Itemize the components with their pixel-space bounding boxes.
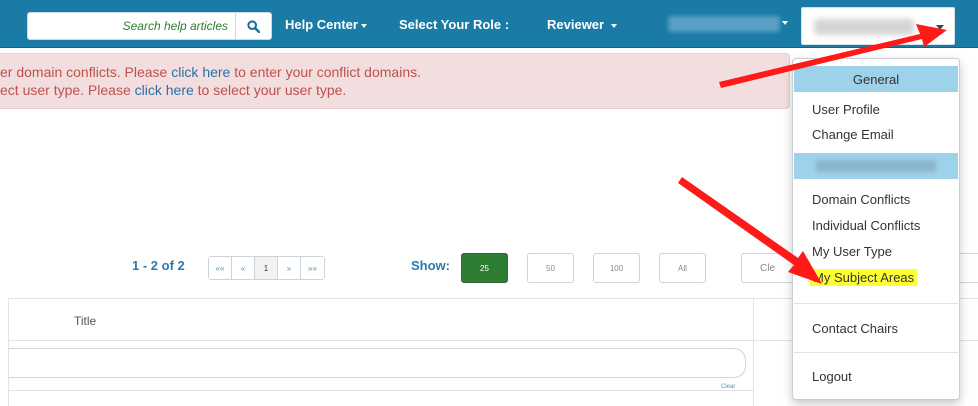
- column-divider: [753, 299, 754, 406]
- help-search-input[interactable]: [28, 13, 234, 39]
- menu-divider: [794, 352, 958, 353]
- title-filter-input[interactable]: [9, 348, 746, 378]
- prev-page-button[interactable]: «: [232, 257, 255, 279]
- redacted-conference-name: [816, 160, 936, 172]
- menu-section-general: General: [794, 66, 958, 92]
- menu-item-domain-conflicts[interactable]: Domain Conflicts: [812, 192, 910, 207]
- user-type-link[interactable]: click here: [135, 82, 194, 98]
- alert-text: to enter your conflict domains.: [230, 64, 421, 80]
- menu-item-change-email[interactable]: Change Email: [812, 127, 894, 142]
- pager: «« « 1 » »»: [208, 256, 325, 280]
- select-role-label: Select Your Role :: [399, 17, 510, 32]
- warning-alert: er domain conflicts. Please click here t…: [0, 53, 790, 109]
- role-value: Reviewer: [547, 17, 605, 32]
- role-menu[interactable]: Reviewer: [547, 17, 618, 32]
- page-size-50-button[interactable]: 50: [527, 253, 574, 283]
- domain-conflicts-link[interactable]: click here: [171, 64, 230, 80]
- first-page-button[interactable]: ««: [209, 257, 232, 279]
- menu-item-my-user-type[interactable]: My User Type: [812, 244, 892, 259]
- redacted-username: [814, 19, 914, 35]
- row-divider: [9, 390, 753, 391]
- menu-item-logout[interactable]: Logout: [812, 369, 852, 384]
- search-icon: [247, 19, 260, 33]
- alert-line-user-type: ect user type. Please click here to sele…: [0, 82, 346, 98]
- column-header-title[interactable]: Title: [74, 314, 96, 328]
- next-page-button[interactable]: »: [278, 257, 301, 279]
- help-center-menu[interactable]: Help Center: [285, 17, 367, 32]
- alert-text: ect user type. Please: [0, 82, 135, 98]
- chevron-down-icon: [360, 23, 367, 28]
- menu-item-contact-chairs[interactable]: Contact Chairs: [812, 321, 898, 336]
- conference-menu-redacted[interactable]: [668, 16, 780, 32]
- clear-filters-button[interactable]: Cle: [741, 253, 795, 283]
- chevron-down-icon: [611, 23, 618, 28]
- page-size-25-button[interactable]: 25: [461, 253, 508, 283]
- alert-line-domain: er domain conflicts. Please click here t…: [0, 64, 421, 80]
- alert-text: er domain conflicts. Please: [0, 64, 172, 80]
- current-page[interactable]: 1: [255, 257, 278, 279]
- page-size-all-button[interactable]: All: [659, 253, 706, 283]
- menu-item-individual-conflicts[interactable]: Individual Conflicts: [812, 218, 920, 233]
- menu-item-user-profile[interactable]: User Profile: [812, 102, 880, 117]
- user-menu-button[interactable]: [801, 7, 955, 45]
- user-dropdown-menu: General User Profile Change Email Domain…: [792, 58, 960, 400]
- top-navbar: Help Center Select Your Role : Reviewer: [0, 0, 978, 48]
- menu-section-conference-redacted: [794, 153, 958, 179]
- menu-item-my-subject-areas[interactable]: My Subject Areas: [810, 269, 918, 286]
- menu-divider: [794, 303, 958, 304]
- search-button[interactable]: [235, 13, 271, 39]
- chevron-down-icon: [782, 21, 788, 25]
- alert-text: to select your user type.: [193, 82, 347, 98]
- help-search: [27, 12, 272, 40]
- help-center-label: Help Center: [285, 17, 358, 32]
- show-label: Show:: [411, 258, 450, 273]
- result-range: 1 - 2 of 2: [132, 258, 185, 273]
- page-size-100-button[interactable]: 100: [593, 253, 640, 283]
- last-page-button[interactable]: »»: [301, 257, 324, 279]
- chevron-down-icon: [936, 25, 944, 30]
